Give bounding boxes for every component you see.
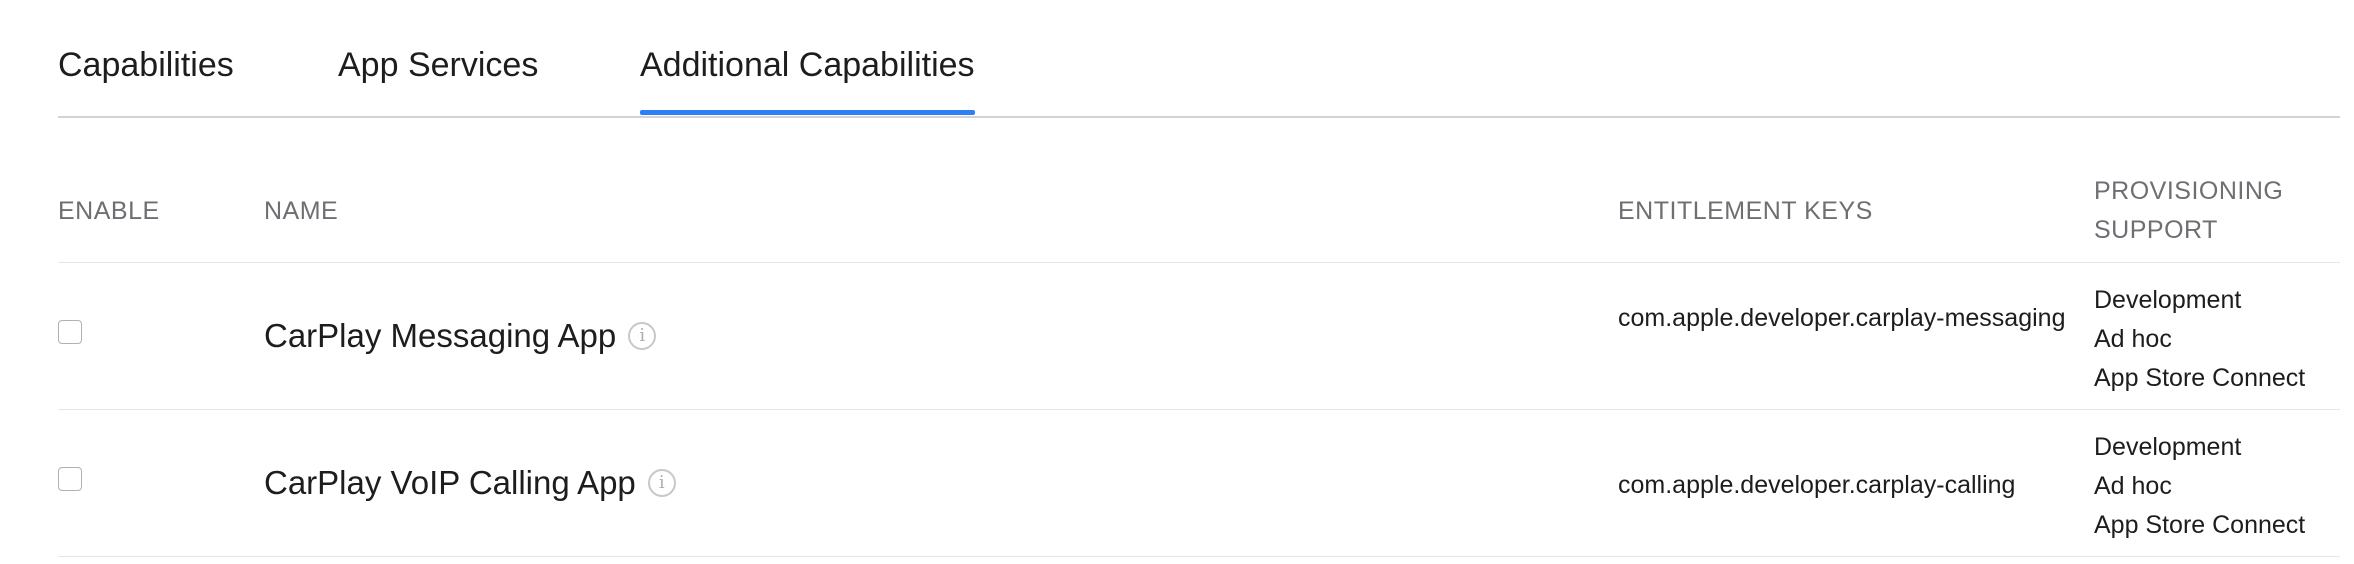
column-header-entitlement-keys: ENTITLEMENT KEYS	[1618, 197, 1873, 225]
table-row: CarPlay Messaging App i com.apple.develo…	[58, 263, 2340, 410]
provisioning-support-list: Development Ad hoc App Store Connect	[2094, 281, 2305, 398]
provisioning-app-store-connect: App Store Connect	[2094, 511, 2306, 539]
entitlement-key: com.apple.developer.carplay-calling	[1618, 471, 2016, 499]
provisioning-development: Development	[2094, 433, 2242, 461]
capability-name: CarPlay VoIP Calling App i	[264, 464, 676, 502]
tab-capabilities[interactable]: Capabilities	[58, 48, 234, 82]
entitlement-key: com.apple.developer.carplay-messaging	[1618, 304, 2066, 332]
table-header: ENABLE NAME ENTITLEMENT KEYS PROVISIONIN…	[58, 116, 2340, 263]
info-icon[interactable]: i	[628, 322, 657, 350]
tab-additional-capabilities[interactable]: Additional Capabilities	[640, 48, 975, 115]
provisioning-ad-hoc: Ad hoc	[2094, 325, 2172, 353]
tab-app-services[interactable]: App Services	[338, 48, 538, 82]
capability-name-label: CarPlay VoIP Calling App	[264, 464, 636, 501]
capability-name: CarPlay Messaging App i	[264, 317, 657, 355]
info-icon[interactable]: i	[647, 469, 676, 497]
column-header-provisioning-support: PROVISIONING SUPPORT	[2094, 177, 2284, 244]
enable-checkbox[interactable]	[58, 467, 82, 491]
provisioning-development: Development	[2094, 286, 2242, 314]
provisioning-ad-hoc: Ad hoc	[2094, 472, 2172, 500]
table-row: CarPlay VoIP Calling App i com.apple.dev…	[58, 410, 2340, 557]
tab-bar: Capabilities App Services Additional Cap…	[58, 0, 2340, 118]
column-header-enable: ENABLE	[58, 197, 160, 225]
capability-name-label: CarPlay Messaging App	[264, 317, 617, 354]
provisioning-app-store-connect: App Store Connect	[2094, 364, 2306, 392]
column-header-name: NAME	[264, 197, 339, 225]
capabilities-panel: Capabilities App Services Additional Cap…	[58, 0, 2340, 564]
enable-checkbox[interactable]	[58, 320, 82, 344]
provisioning-support-list: Development Ad hoc App Store Connect	[2094, 428, 2305, 545]
